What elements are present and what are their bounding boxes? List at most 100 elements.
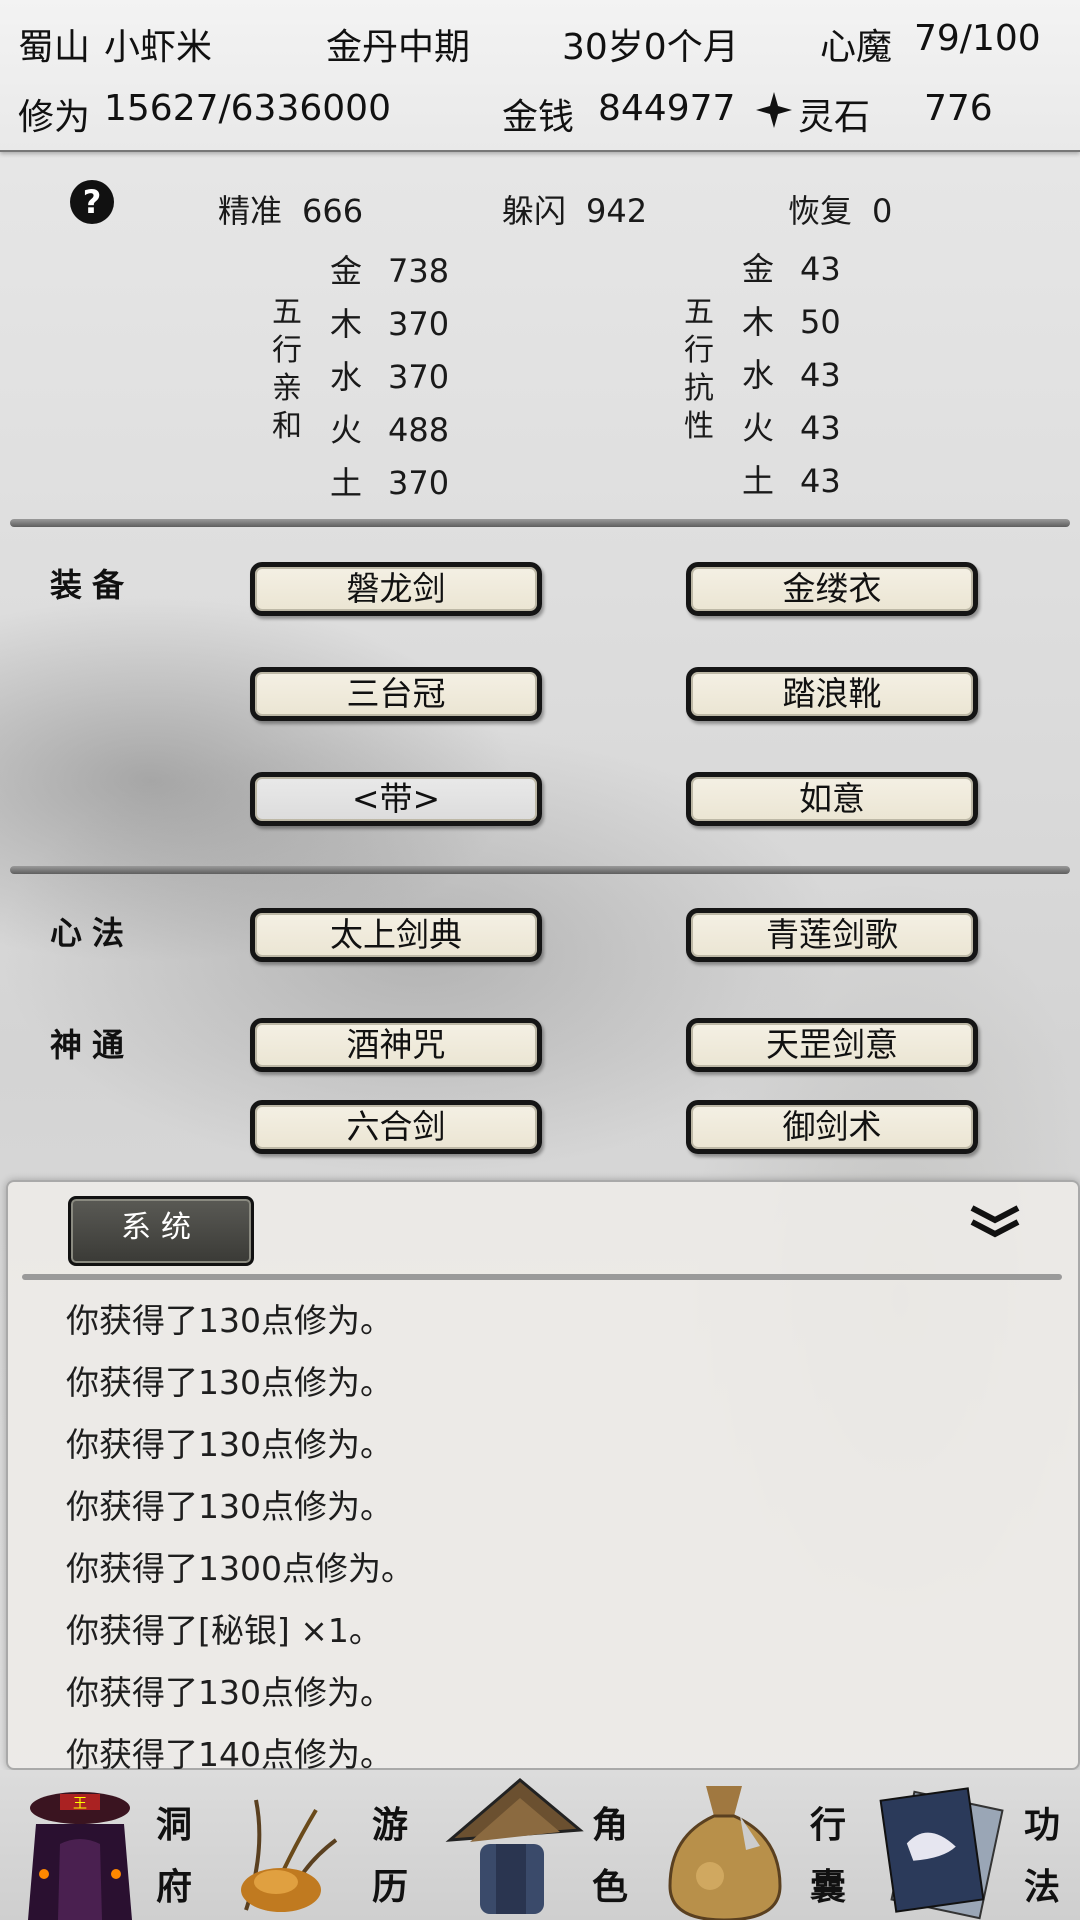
nav-role-label: 色 [592,1866,629,1908]
resist-earth: 土 43 [742,456,841,502]
mind-technique-1[interactable]: 太上剑典 [250,908,542,962]
nav-cave-label: 府 [156,1866,193,1908]
mind-technique-2[interactable]: 青莲剑歌 [686,908,978,962]
resist-title-char: 抗 [684,371,714,406]
bottom-nav: 王 洞 府 游 历 角 色 行 囊 功 法 [0,1770,1080,1920]
element-label: 土 [330,464,363,502]
nav-cave[interactable]: 王 洞 府 [0,1770,220,1920]
nav-bag-label: 囊 [810,1866,847,1908]
affinity-title-char: 行 [272,333,302,368]
element-value: 370 [388,358,450,396]
affinity-earth: 土 370 [330,458,449,504]
affinity-title-char: 亲 [272,371,302,406]
nav-cave-label: 洞 [156,1804,193,1846]
money-label: 金钱 [502,97,575,138]
equip-slot-belt[interactable]: <带> [250,772,542,826]
log-line: 你获得了1300点修为。 [66,1549,414,1588]
precision-value: 666 [302,192,364,230]
resist-metal: 金 43 [742,244,841,290]
status-header: 蜀山 小虾米 金丹中期 30岁0个月 心魔 79/100 修为 15627/63… [0,0,1080,152]
affinity-wood: 木 370 [330,299,449,345]
log-line: 你获得了130点修为。 [66,1487,393,1526]
precision-label: 精准 [218,192,283,230]
spirit-stone-icon [754,88,794,130]
nav-skills[interactable]: 功 法 [879,1770,1080,1920]
log-line: 你获得了[秘银] ×1。 [66,1611,382,1650]
recover-label: 恢复 [788,192,853,230]
element-label: 火 [330,411,363,449]
age-text: 30岁0个月 [562,27,739,68]
cultivation-label: 修为 [18,97,91,138]
power-3[interactable]: 六合剑 [250,1100,542,1154]
equipment-label: 装备 [50,566,135,604]
nav-skills-label: 法 [1024,1866,1061,1908]
cave-gate-icon: 王 [28,1792,132,1920]
realm-text: 金丹中期 [326,27,471,68]
element-value: 370 [388,305,450,343]
element-value: 488 [388,411,450,449]
resist-wood: 木 50 [742,297,841,343]
element-value: 43 [800,409,841,447]
element-value: 50 [800,303,841,341]
equip-slot-armor[interactable]: 金缕衣 [686,562,978,616]
resist-fire: 火 43 [742,403,841,449]
help-icon[interactable]: ? [70,180,114,224]
demon-value: 79/100 [914,18,1041,59]
precision-stat: 精准 666 [218,186,363,232]
resist-title-char: 五 [684,295,714,330]
element-value: 43 [800,250,841,288]
element-value: 43 [800,356,841,394]
element-label: 木 [330,305,363,343]
money-value: 844977 [598,88,736,129]
nav-bag[interactable]: 行 囊 [660,1770,880,1920]
affinity-metal: 金 738 [330,246,449,292]
powers-label: 神通 [50,1026,135,1064]
log-line: 你获得了130点修为。 [66,1425,393,1464]
element-value: 43 [800,462,841,500]
affinity-title: 五 行 亲 和 [270,294,304,446]
grass-travel-icon [241,1799,338,1912]
power-1[interactable]: 酒神咒 [250,1018,542,1072]
affinity-title-char: 和 [272,409,302,444]
nav-travel[interactable]: 游 历 [220,1770,440,1920]
affinity-water: 水 370 [330,352,449,398]
element-value: 738 [388,252,450,290]
dodge-stat: 躲闪 942 [502,186,647,232]
divider [10,866,1070,874]
element-label: 金 [742,250,775,288]
equip-slot-weapon[interactable]: 磐龙剑 [250,562,542,616]
equip-slot-head[interactable]: 三台冠 [250,667,542,721]
spirit-stone-label: 灵石 [798,97,871,138]
spirit-stone-value: 776 [924,88,993,129]
system-log-panel: 系统 你获得了130点修为。 你获得了130点修为。 你获得了130点修为。 你… [6,1180,1080,1774]
recover-value: 0 [872,192,893,230]
location-text: 蜀山 [18,27,91,68]
element-label: 火 [742,409,775,447]
nav-travel-label: 游 [372,1804,409,1846]
demon-label: 心魔 [820,27,893,68]
dodge-value: 942 [586,192,648,230]
bag-icon [668,1786,782,1920]
element-label: 木 [742,303,775,341]
log-line: 你获得了130点修为。 [66,1363,393,1402]
dodge-label: 躲闪 [502,192,567,230]
system-tab[interactable]: 系统 [68,1196,254,1266]
mind-technique-label: 心法 [50,914,135,952]
resist-title: 五 行 抗 性 [682,294,716,446]
log-line: 你获得了130点修为。 [66,1673,393,1712]
recover-stat: 恢复 0 [788,186,892,232]
nav-bag-label: 行 [810,1804,847,1846]
nav-travel-label: 历 [372,1866,409,1908]
equip-slot-accessory[interactable]: 如意 [686,772,978,826]
nav-role[interactable]: 角 色 [440,1770,660,1920]
cultivation-value: 15627/6336000 [104,88,391,129]
affinity-fire: 火 488 [330,405,449,451]
books-icon [879,1787,1004,1920]
element-label: 水 [330,358,363,396]
power-2[interactable]: 天罡剑意 [686,1018,978,1072]
equip-slot-boots[interactable]: 踏浪靴 [686,667,978,721]
power-4[interactable]: 御剑术 [686,1100,978,1154]
log-line: 你获得了140点修为。 [66,1735,393,1774]
resist-title-char: 性 [684,409,714,444]
collapse-chevron-icon[interactable] [968,1200,1022,1244]
